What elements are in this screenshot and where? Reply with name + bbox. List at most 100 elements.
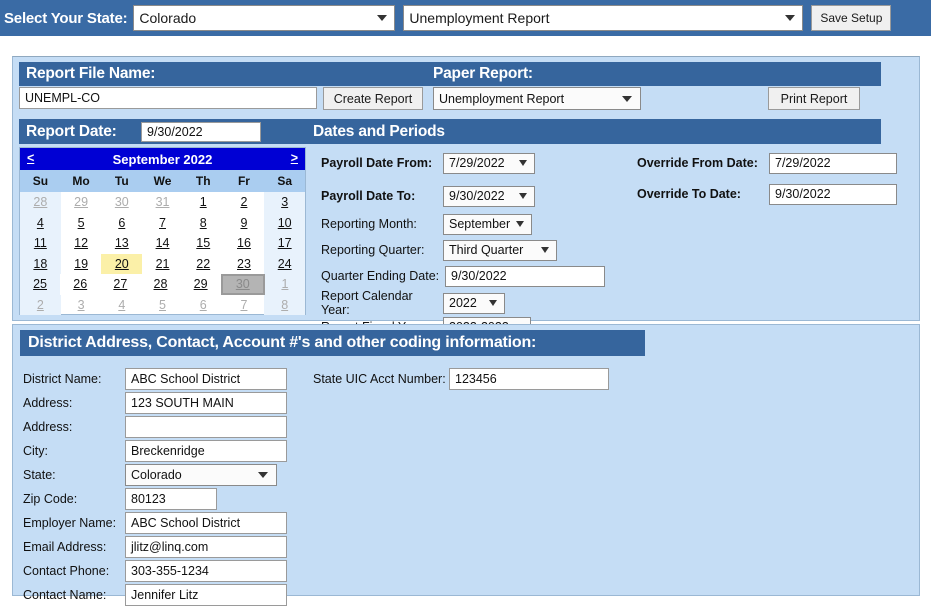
calendar-day-cell[interactable]: 2 — [224, 192, 265, 213]
city-input[interactable]: Breckenridge — [125, 439, 287, 462]
calendar-day-cell[interactable]: 28 — [140, 274, 180, 295]
calendar-day-cell[interactable]: 6 — [101, 213, 142, 234]
calendar-day-cell[interactable]: 8 — [183, 213, 224, 234]
calendar-day-cell[interactable]: 30 — [101, 192, 142, 213]
calendar-day-cell[interactable]: 12 — [61, 233, 102, 254]
calendar-day-cell[interactable]: 29 — [61, 192, 102, 213]
calendar-day-cell[interactable]: 25 — [20, 274, 61, 295]
uic-acct-number-label: State UIC Acct Number: — [313, 371, 446, 386]
calendar-weekday-sa: Sa — [277, 174, 293, 188]
calendar-day-cell[interactable]: 7 — [224, 295, 265, 316]
calendar-day-cell[interactable]: 30 — [220, 274, 265, 295]
calendar-day-cell[interactable]: 1 — [183, 192, 224, 213]
calendar-day-cell[interactable]: 27 — [100, 274, 140, 295]
calendar-week-row: 11 12 13 14 15 16 17 — [20, 233, 306, 254]
page-body: Report File Name: Paper Report: UNEMPL-C… — [0, 36, 931, 606]
phone-input[interactable]: 303-355-1234 — [125, 559, 287, 582]
calendar-next-month-button[interactable]: > — [291, 151, 298, 165]
reporting-quarter-value: Third Quarter — [449, 243, 524, 257]
calendar-grid: 28 29 30 31 1 2 3 4 5 6 7 8 9 10 11 12 13 14 15 16 17 18 19 20 2… — [20, 192, 306, 316]
employer-name-input[interactable]: ABC School District — [125, 511, 287, 534]
state-label: State: — [23, 467, 56, 482]
select-state-label: Select Your State: — [4, 9, 128, 27]
calendar-day-cell[interactable]: 1 — [264, 274, 305, 295]
calendar-day-cell[interactable]: 10 — [264, 212, 306, 233]
calendar-day-cell[interactable]: 13 — [101, 233, 142, 254]
state-select-value: Colorado — [139, 10, 197, 26]
override-from-date-label: Override From Date: — [637, 156, 758, 170]
payroll-date-to-value: 9/30/2022 — [449, 189, 505, 203]
override-to-date-input[interactable]: 9/30/2022 — [769, 183, 897, 205]
calendar-day-cell[interactable]: 23 — [224, 254, 265, 275]
calendar-day-cell[interactable]: 21 — [142, 254, 183, 275]
calendar-day-cell[interactable]: 16 — [224, 233, 265, 254]
city-label: City: — [23, 443, 48, 458]
report-calendar-year-row: Report Calendar Year: 2022 — [321, 289, 505, 317]
calendar-day-cell[interactable]: 5 — [61, 213, 102, 234]
reporting-month-select[interactable]: September — [443, 213, 532, 235]
report-calendar-year-label: Report Calendar Year: — [321, 289, 413, 317]
address2-input[interactable] — [125, 415, 287, 438]
calendar-day-cell[interactable]: 18 — [20, 253, 61, 274]
contact-name-input[interactable]: Jennifer Litz — [125, 583, 287, 606]
calendar-week-row: 2345678 — [20, 294, 306, 316]
reporting-quarter-row: Reporting Quarter: Third Quarter — [321, 239, 557, 261]
calendar-day-cell[interactable]: 4 — [20, 212, 61, 233]
payroll-date-to-select[interactable]: 9/30/2022 — [443, 185, 535, 207]
address1-label: Address: — [23, 395, 73, 410]
district-name-input[interactable]: ABC School District — [125, 367, 287, 390]
calendar-header: < September 2022 > — [20, 148, 305, 170]
calendar-day-cell[interactable]: 5 — [142, 295, 183, 316]
calendar-day-cell[interactable]: 11 — [20, 233, 61, 254]
calendar-day-cell[interactable]: 8 — [264, 294, 306, 315]
address1-input[interactable]: 123 SOUTH MAIN — [125, 391, 287, 414]
report-settings-panel: Report File Name: Paper Report: UNEMPL-C… — [12, 56, 920, 338]
override-to-date-row: Override To Date: 9/30/2022 — [637, 183, 897, 205]
state-select[interactable]: Colorado — [125, 463, 277, 486]
email-input[interactable]: jlitz@linq.com — [125, 535, 287, 558]
reporting-month-row: Reporting Month: September — [321, 213, 532, 235]
calendar-day-cell[interactable]: 9 — [224, 213, 265, 234]
chevron-down-icon — [516, 221, 524, 227]
reporting-quarter-select[interactable]: Third Quarter — [443, 239, 557, 261]
calendar-day-cell[interactable]: 24 — [264, 253, 306, 274]
calendar-weekday-su: Su — [32, 174, 49, 188]
payroll-date-from-select[interactable]: 7/29/2022 — [443, 152, 535, 174]
calendar-day-cell[interactable]: 7 — [142, 213, 183, 234]
report-file-name-input[interactable]: UNEMPL-CO — [19, 87, 317, 109]
calendar-day-cell[interactable]: 3 — [61, 295, 102, 316]
calendar-day-cell[interactable]: 17 — [264, 233, 306, 254]
payroll-date-from-row: Payroll Date From: 7/29/2022 — [321, 152, 535, 174]
save-setup-button[interactable]: Save Setup — [811, 5, 892, 31]
calendar-day-cell[interactable]: 2 — [20, 294, 61, 315]
state-select[interactable]: Colorado — [133, 5, 396, 31]
quarter-ending-date-input[interactable]: 9/30/2022 — [445, 265, 605, 287]
paper-report-select[interactable]: Unemployment Report — [433, 87, 641, 110]
calendar-day-cell[interactable]: 28 — [20, 192, 61, 213]
override-from-date-input[interactable]: 7/29/2022 — [769, 152, 897, 174]
calendar-day-cell[interactable]: 3 — [264, 192, 306, 213]
report-type-select[interactable]: Unemployment Report — [403, 5, 804, 31]
calendar-day-cell[interactable]: 29 — [181, 274, 221, 295]
calendar-day-cell[interactable]: 14 — [142, 233, 183, 254]
calendar-day-cell[interactable]: 26 — [60, 274, 100, 295]
print-report-button[interactable]: Print Report — [768, 87, 860, 110]
calendar-weekday-mo: Mo — [72, 174, 90, 188]
calendar-day-cell[interactable]: 15 — [183, 233, 224, 254]
calendar-day-cell[interactable]: 31 — [142, 192, 183, 213]
zip-input[interactable]: 80123 — [125, 487, 217, 510]
calendar-day-cell[interactable]: 22 — [183, 254, 224, 275]
calendar-prev-month-button[interactable]: < — [27, 151, 34, 165]
calendar-day-cell[interactable]: 4 — [101, 295, 142, 316]
calendar-title: September 2022 — [112, 151, 213, 167]
report-calendar-year-select[interactable]: 2022 — [443, 292, 505, 314]
calendar-day-cell[interactable]: 20 — [101, 253, 143, 274]
report-date-input[interactable]: 9/30/2022 — [141, 122, 261, 142]
uic-acct-number-input[interactable]: 123456 — [449, 367, 609, 390]
contact-name-row: Contact Name: Jennifer Litz — [23, 583, 287, 606]
date-picker-calendar[interactable]: < September 2022 > Su Mo Tu We Th Fr Sa 28 29 30… — [19, 147, 306, 315]
state-select-value: Colorado — [131, 467, 182, 482]
calendar-day-cell[interactable]: 19 — [61, 254, 102, 275]
calendar-day-cell[interactable]: 6 — [183, 295, 224, 316]
create-report-button[interactable]: Create Report — [323, 87, 423, 110]
